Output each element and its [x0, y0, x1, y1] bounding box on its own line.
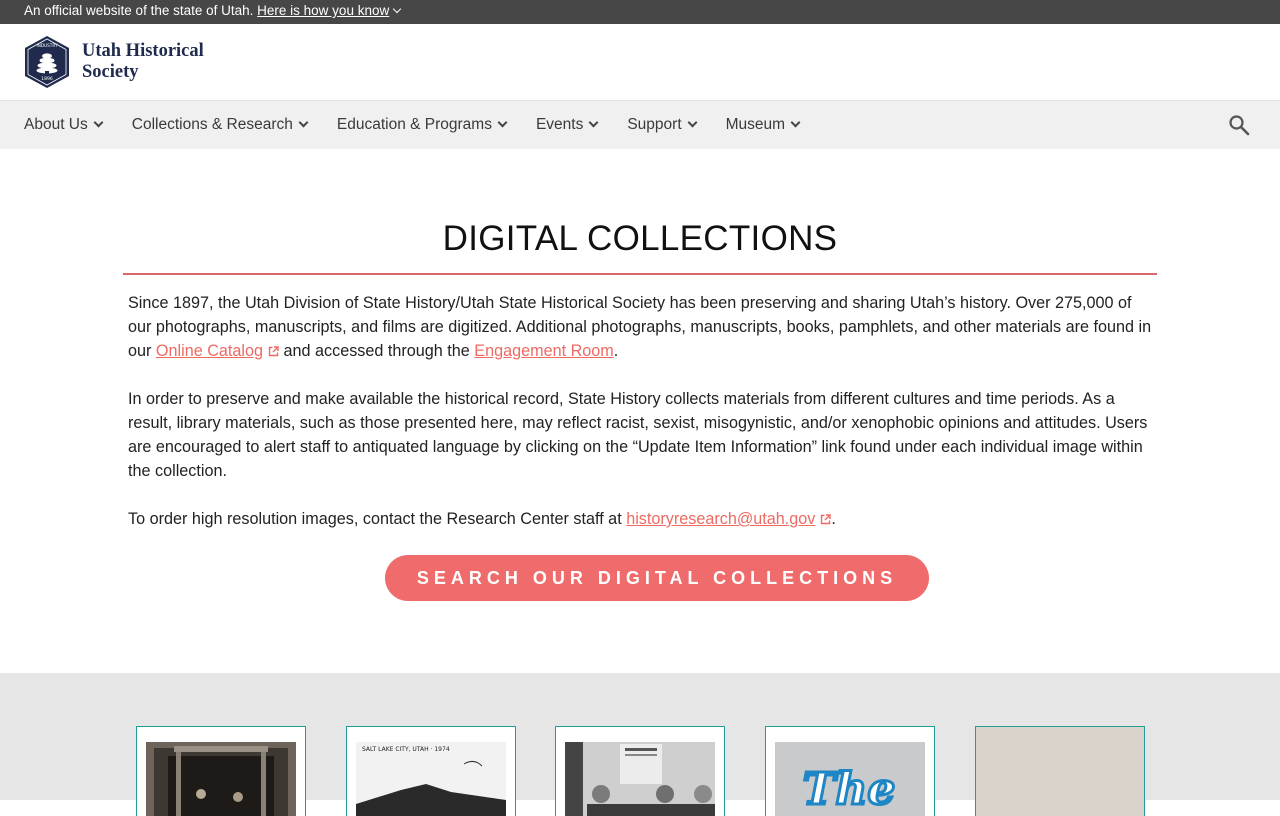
photo-caption: SALT LAKE CITY, UTAH · 1974: [362, 746, 450, 753]
nav-education-programs[interactable]: Education & Programs: [336, 101, 508, 149]
chevron-down-icon: [497, 117, 508, 127]
logo-line-2: Society: [82, 62, 139, 82]
newspaper-masthead-image: The: [775, 742, 925, 816]
paragraph-text: .: [831, 510, 836, 528]
email-link[interactable]: historyresearch@utah.gov: [626, 510, 815, 528]
main-content: DIGITAL COLLECTIONS Since 1897, the Utah…: [0, 149, 1280, 601]
beehive-logo-icon[interactable]: INDUSTRY 1896: [24, 35, 70, 89]
external-link-icon: [821, 514, 832, 525]
nav-label: Collections & Research: [131, 116, 293, 133]
chevron-down-icon: [298, 117, 309, 127]
chevron-down-icon[interactable]: [392, 4, 402, 14]
salt-lake-city-photo: SALT LAKE CITY, UTAH · 1974: [356, 742, 506, 816]
paragraph-text: .: [613, 342, 619, 360]
nav-label: Events: [535, 116, 584, 133]
logo-line-1: Utah Historical: [82, 41, 204, 61]
chevron-down-icon: [588, 117, 599, 127]
paragraph-text: To order high resolution images, contact…: [128, 510, 627, 528]
intro-paragraph-1: Since 1897, the Utah Division of State H…: [128, 291, 1152, 363]
collection-card[interactable]: [975, 726, 1145, 816]
chevron-down-icon: [687, 117, 698, 127]
how-you-know-link[interactable]: Here is how you know: [257, 3, 389, 18]
chevron-down-icon: [93, 117, 104, 127]
cta-container: SEARCH OUR DIGITAL COLLECTIONS: [0, 555, 1280, 601]
intro-text: Since 1897, the Utah Division of State H…: [128, 291, 1152, 531]
search-digital-collections-button[interactable]: SEARCH OUR DIGITAL COLLECTIONS: [385, 555, 929, 601]
intro-paragraph-3: To order high resolution images, contact…: [128, 507, 1152, 531]
chevron-down-icon: [790, 117, 801, 127]
main-navigation: About Us Collections & Research Educatio…: [0, 101, 1280, 149]
online-catalog-link[interactable]: Online Catalog: [156, 342, 263, 360]
badge-top-text: INDUSTRY: [36, 43, 58, 48]
page-title: DIGITAL COLLECTIONS: [442, 219, 838, 258]
badge-year-text: 1896: [41, 76, 53, 82]
nav-label: Support: [627, 116, 682, 133]
nav-museum[interactable]: Museum: [725, 101, 801, 149]
intro-paragraph-2: In order to preserve and make available …: [128, 390, 1148, 480]
collection-card[interactable]: The: [765, 726, 935, 816]
site-header: INDUSTRY 1896 Utah Historical Society: [0, 24, 1280, 101]
nav-label: Education & Programs: [336, 116, 492, 133]
engagement-room-link[interactable]: Engagement Room: [474, 342, 613, 360]
official-site-banner: An official website of the state of Utah…: [0, 0, 1280, 24]
nav-label: Museum: [725, 116, 786, 133]
nav-support[interactable]: Support: [627, 101, 698, 149]
collection-card[interactable]: SALT LAKE CITY, UTAH · 1974: [346, 726, 516, 816]
collection-card[interactable]: [555, 726, 725, 816]
official-site-text: An official website of the state of Utah…: [24, 3, 254, 18]
nav-about-us[interactable]: About Us: [24, 101, 104, 149]
masthead-text: The: [803, 764, 896, 815]
nav-label: About Us: [24, 116, 88, 133]
site-logo-text[interactable]: Utah Historical Society: [82, 41, 204, 83]
featured-collections-strip: SALT LAKE CITY, UTAH · 1974 The: [0, 673, 1280, 816]
group-portrait-photo: [565, 742, 715, 816]
external-link-icon: [268, 346, 279, 357]
title-divider: [123, 273, 1157, 275]
collection-card[interactable]: [136, 726, 306, 816]
nav-events[interactable]: Events: [535, 101, 599, 149]
paragraph-text: and accessed through the: [279, 342, 475, 360]
mine-tunnel-photo: [146, 742, 296, 816]
search-icon[interactable]: [1228, 114, 1250, 136]
nav-collections-research[interactable]: Collections & Research: [131, 101, 309, 149]
